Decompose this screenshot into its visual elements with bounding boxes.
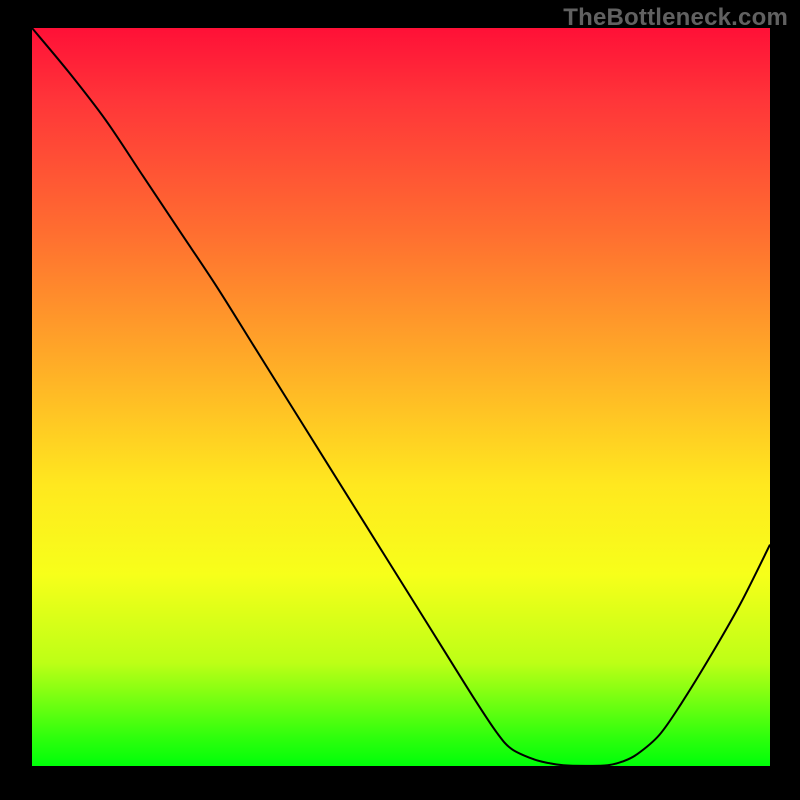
chart-root: TheBottleneck.com bbox=[0, 0, 800, 800]
plot-area bbox=[32, 28, 770, 766]
watermark-text: TheBottleneck.com bbox=[563, 4, 788, 32]
bottleneck-curve bbox=[32, 28, 770, 766]
